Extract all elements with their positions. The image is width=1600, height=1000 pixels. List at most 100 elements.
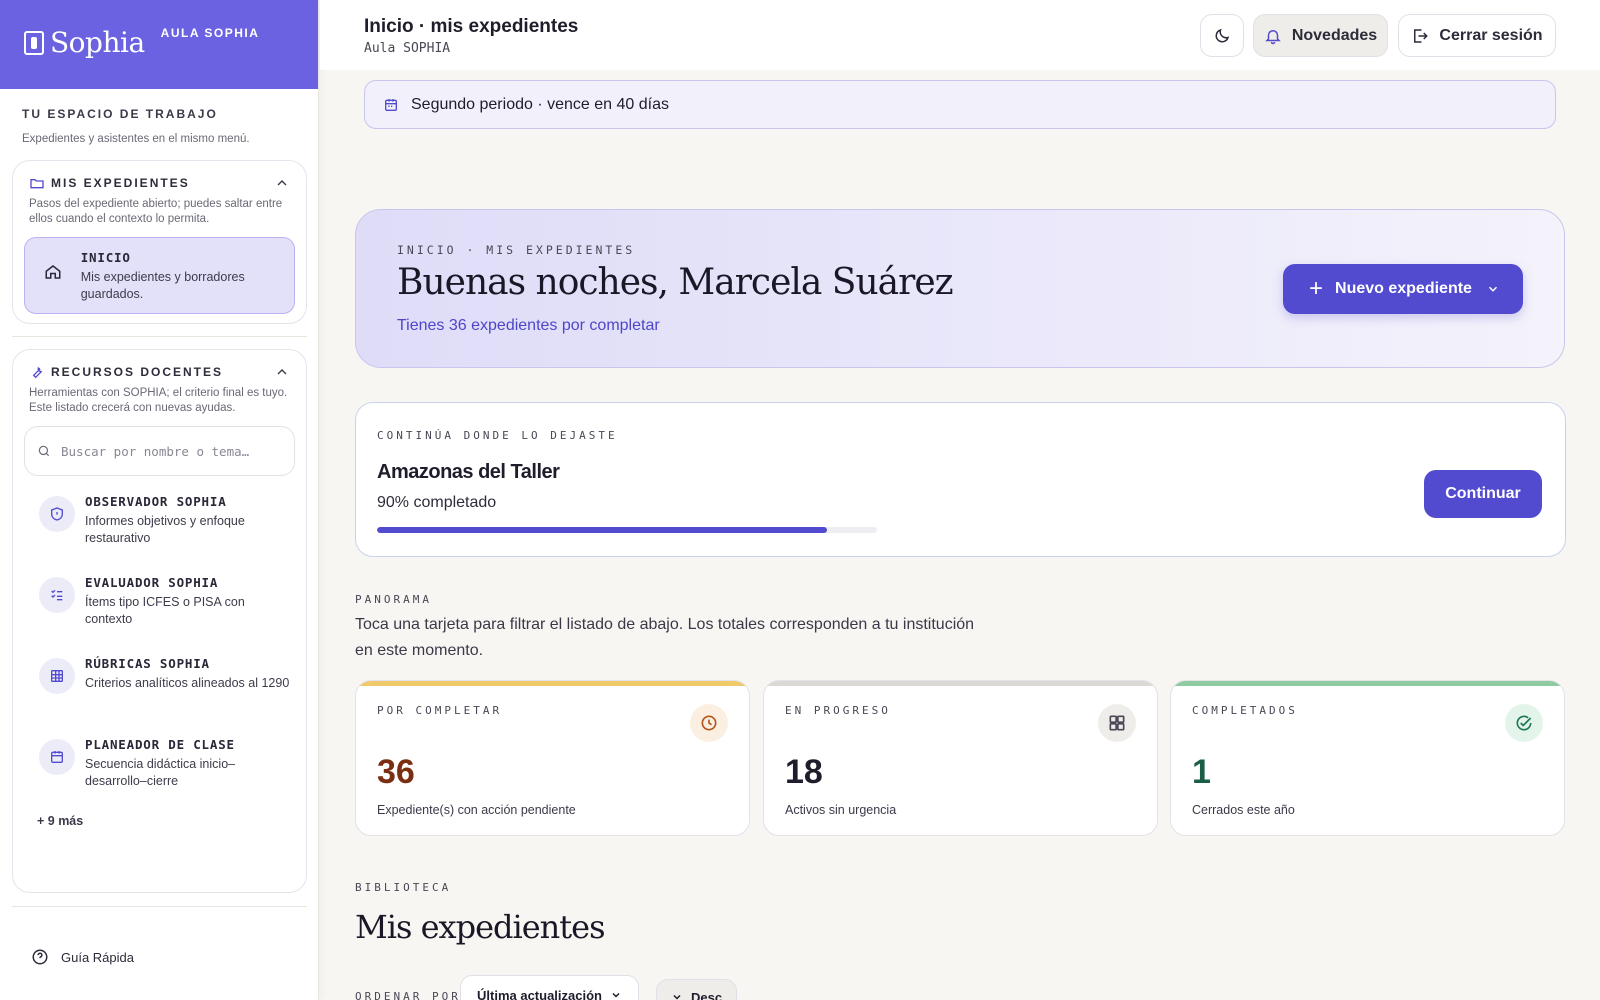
sidebar-item-subtitle: Mis expedientes y borradores guardados. bbox=[80, 270, 245, 301]
workspace-title: TU ESPACIO DE TRABAJO bbox=[22, 107, 218, 121]
news-label: Novedades bbox=[1291, 26, 1378, 44]
resource-subtitle: Informes objetivos y enfoque restaurativ… bbox=[85, 514, 245, 545]
chevron-down-icon bbox=[612, 992, 620, 998]
grid-icon bbox=[1098, 704, 1136, 742]
search-icon bbox=[38, 445, 50, 457]
resource-item-observador[interactable]: OBSERVADOR SOPHIA Informes objetivos y e… bbox=[13, 476, 306, 557]
theme-toggle-button[interactable] bbox=[1200, 14, 1244, 57]
period-banner-text: Segundo periodo · vence en 40 días bbox=[411, 95, 669, 113]
brand-header[interactable]: Sophia AULA SOPHIA bbox=[0, 0, 318, 89]
sort-direction-label: Desc bbox=[691, 989, 723, 1000]
workspace-subtitle: Expedientes y asistentes en el mismo men… bbox=[22, 133, 250, 145]
order-by-label: ORDENAR POR bbox=[355, 990, 461, 1000]
stat-card-completados[interactable]: COMPLETADOS 1 Cerrados este año bbox=[1170, 680, 1565, 836]
shield-icon bbox=[39, 496, 75, 532]
resource-item-rubricas[interactable]: RÚBRICAS SOPHIA Criterios analíticos ali… bbox=[13, 638, 306, 719]
calendar-icon bbox=[385, 98, 397, 111]
recursos-panel-desc: Herramientas con SOPHIA; el criterio fin… bbox=[29, 387, 288, 414]
chevron-down-icon bbox=[1488, 286, 1497, 292]
library-eyebrow: BIBLIOTECA bbox=[355, 881, 452, 894]
resource-title: OBSERVADOR SOPHIA bbox=[85, 494, 227, 509]
logout-icon bbox=[1414, 28, 1429, 43]
resource-item-planeador[interactable]: PLANEADOR DE CLASE Secuencia didáctica i… bbox=[13, 719, 306, 800]
stat-accent-bar bbox=[764, 681, 1157, 686]
home-icon bbox=[39, 256, 67, 288]
resource-subtitle: Criterios analíticos alineados al 1290 bbox=[85, 676, 290, 690]
moon-icon bbox=[1215, 28, 1230, 42]
expedientes-panel-header[interactable]: MIS EXPEDIENTES bbox=[13, 161, 306, 191]
resource-subtitle: Ítems tipo ICFES o PISA con contexto bbox=[85, 595, 245, 626]
plus-icon: + bbox=[1309, 275, 1324, 302]
stat-value: 1 bbox=[1192, 753, 1211, 791]
progress-fill bbox=[377, 527, 827, 533]
resource-title: PLANEADOR DE CLASE bbox=[85, 737, 235, 752]
folder-icon bbox=[30, 179, 44, 189]
library-title: Mis expedientes bbox=[355, 908, 605, 946]
quick-guide-link[interactable]: Guía Rápida bbox=[31, 948, 134, 966]
period-banner: Segundo periodo · vence en 40 días bbox=[364, 80, 1556, 129]
continue-progress-bar bbox=[377, 527, 877, 533]
stat-card-en-progreso[interactable]: EN PROGRESO 18 Activos sin urgencia bbox=[763, 680, 1158, 836]
resource-item-evaluador[interactable]: EVALUADOR SOPHIA Ítems tipo ICFES o PISA… bbox=[13, 557, 306, 638]
order-by-value: Última actualización bbox=[477, 987, 602, 1000]
stat-value: 18 bbox=[785, 753, 823, 791]
stat-value: 36 bbox=[377, 753, 415, 791]
search-input[interactable] bbox=[61, 443, 271, 459]
continue-progress-label: 90% completado bbox=[377, 494, 497, 511]
resource-subtitle: Secuencia didáctica inicio–desarrollo–ci… bbox=[85, 757, 236, 788]
brand-tag: AULA SOPHIA bbox=[160, 26, 260, 40]
stat-label: POR COMPLETAR bbox=[377, 704, 503, 717]
logout-label: Cerrar sesión bbox=[1439, 26, 1543, 44]
recursos-panel-title: RECURSOS DOCENTES bbox=[51, 365, 224, 379]
grid-icon bbox=[39, 658, 75, 694]
chevron-up-icon[interactable] bbox=[274, 364, 290, 380]
hero-eyebrow: INICIO · MIS EXPEDIENTES bbox=[397, 243, 636, 257]
panorama-text: Toca una tarjeta para filtrar el listado… bbox=[355, 616, 975, 659]
chevron-up-icon[interactable] bbox=[274, 175, 290, 191]
hero-pending-count: Tienes 36 expedientes por completar bbox=[397, 317, 660, 334]
check-circle-icon bbox=[1505, 704, 1543, 742]
resource-title: EVALUADOR SOPHIA bbox=[85, 575, 219, 590]
expedientes-panel: MIS EXPEDIENTES Pasos del expediente abi… bbox=[12, 160, 307, 324]
checklist-icon bbox=[39, 577, 75, 613]
continue-card: CONTINÚA DONDE LO DEJASTE Amazonas del T… bbox=[355, 402, 1566, 557]
recursos-panel: RECURSOS DOCENTES Herramientas con SOPHI… bbox=[12, 349, 307, 893]
stat-label: COMPLETADOS bbox=[1192, 704, 1298, 717]
logout-button[interactable]: Cerrar sesión bbox=[1398, 14, 1556, 57]
quick-guide-label: Guía Rápida bbox=[61, 949, 134, 965]
stat-accent-bar bbox=[1171, 681, 1564, 686]
resource-search[interactable] bbox=[24, 426, 295, 476]
sidebar: Sophia AULA SOPHIA TU ESPACIO DE TRABAJO… bbox=[0, 0, 319, 1000]
sophia-logo-icon bbox=[24, 31, 44, 55]
expedientes-panel-desc: Pasos del expediente abierto; puedes sal… bbox=[29, 198, 283, 225]
expedientes-panel-title: MIS EXPEDIENTES bbox=[51, 176, 190, 190]
order-by-select[interactable]: Última actualización bbox=[460, 975, 639, 1000]
recursos-panel-header[interactable]: RECURSOS DOCENTES bbox=[13, 350, 306, 380]
continue-eyebrow: CONTINÚA DONDE LO DEJASTE bbox=[377, 429, 618, 442]
stat-desc: Cerrados este año bbox=[1192, 803, 1295, 817]
new-expediente-button[interactable]: + Nuevo expediente bbox=[1283, 264, 1523, 314]
page-subtitle: Aula SOPHIA bbox=[364, 41, 451, 56]
new-expediente-label: Nuevo expediente bbox=[1335, 280, 1472, 297]
calendar-icon bbox=[39, 739, 75, 775]
stat-label: EN PROGRESO bbox=[785, 704, 891, 717]
stat-accent-bar bbox=[356, 681, 749, 686]
divider bbox=[12, 336, 307, 337]
news-button[interactable]: Novedades bbox=[1253, 14, 1388, 57]
greeting-hero: INICIO · MIS EXPEDIENTES Buenas noches, … bbox=[355, 209, 1565, 368]
chevron-down-icon bbox=[673, 994, 681, 1000]
sort-direction-button[interactable]: Desc bbox=[656, 979, 738, 1000]
resource-title: RÚBRICAS SOPHIA bbox=[85, 656, 210, 671]
hero-greeting: Buenas noches, Marcela Suárez bbox=[397, 262, 954, 303]
continue-button[interactable]: Continuar bbox=[1424, 470, 1542, 518]
clock-icon bbox=[690, 704, 728, 742]
bell-icon bbox=[1265, 29, 1281, 44]
stat-card-por-completar[interactable]: POR COMPLETAR 36 Expediente(s) con acció… bbox=[355, 680, 750, 836]
divider bbox=[12, 906, 307, 907]
wrench-icon bbox=[32, 367, 43, 379]
more-resources-link[interactable]: + 9 más bbox=[13, 800, 306, 828]
sidebar-item-inicio[interactable]: INICIO Mis expedientes y borradores guar… bbox=[24, 237, 295, 314]
stat-desc: Activos sin urgencia bbox=[785, 803, 897, 817]
continue-expediente-name: Amazonas del Taller bbox=[377, 461, 560, 483]
brand-name: Sophia bbox=[50, 26, 145, 59]
